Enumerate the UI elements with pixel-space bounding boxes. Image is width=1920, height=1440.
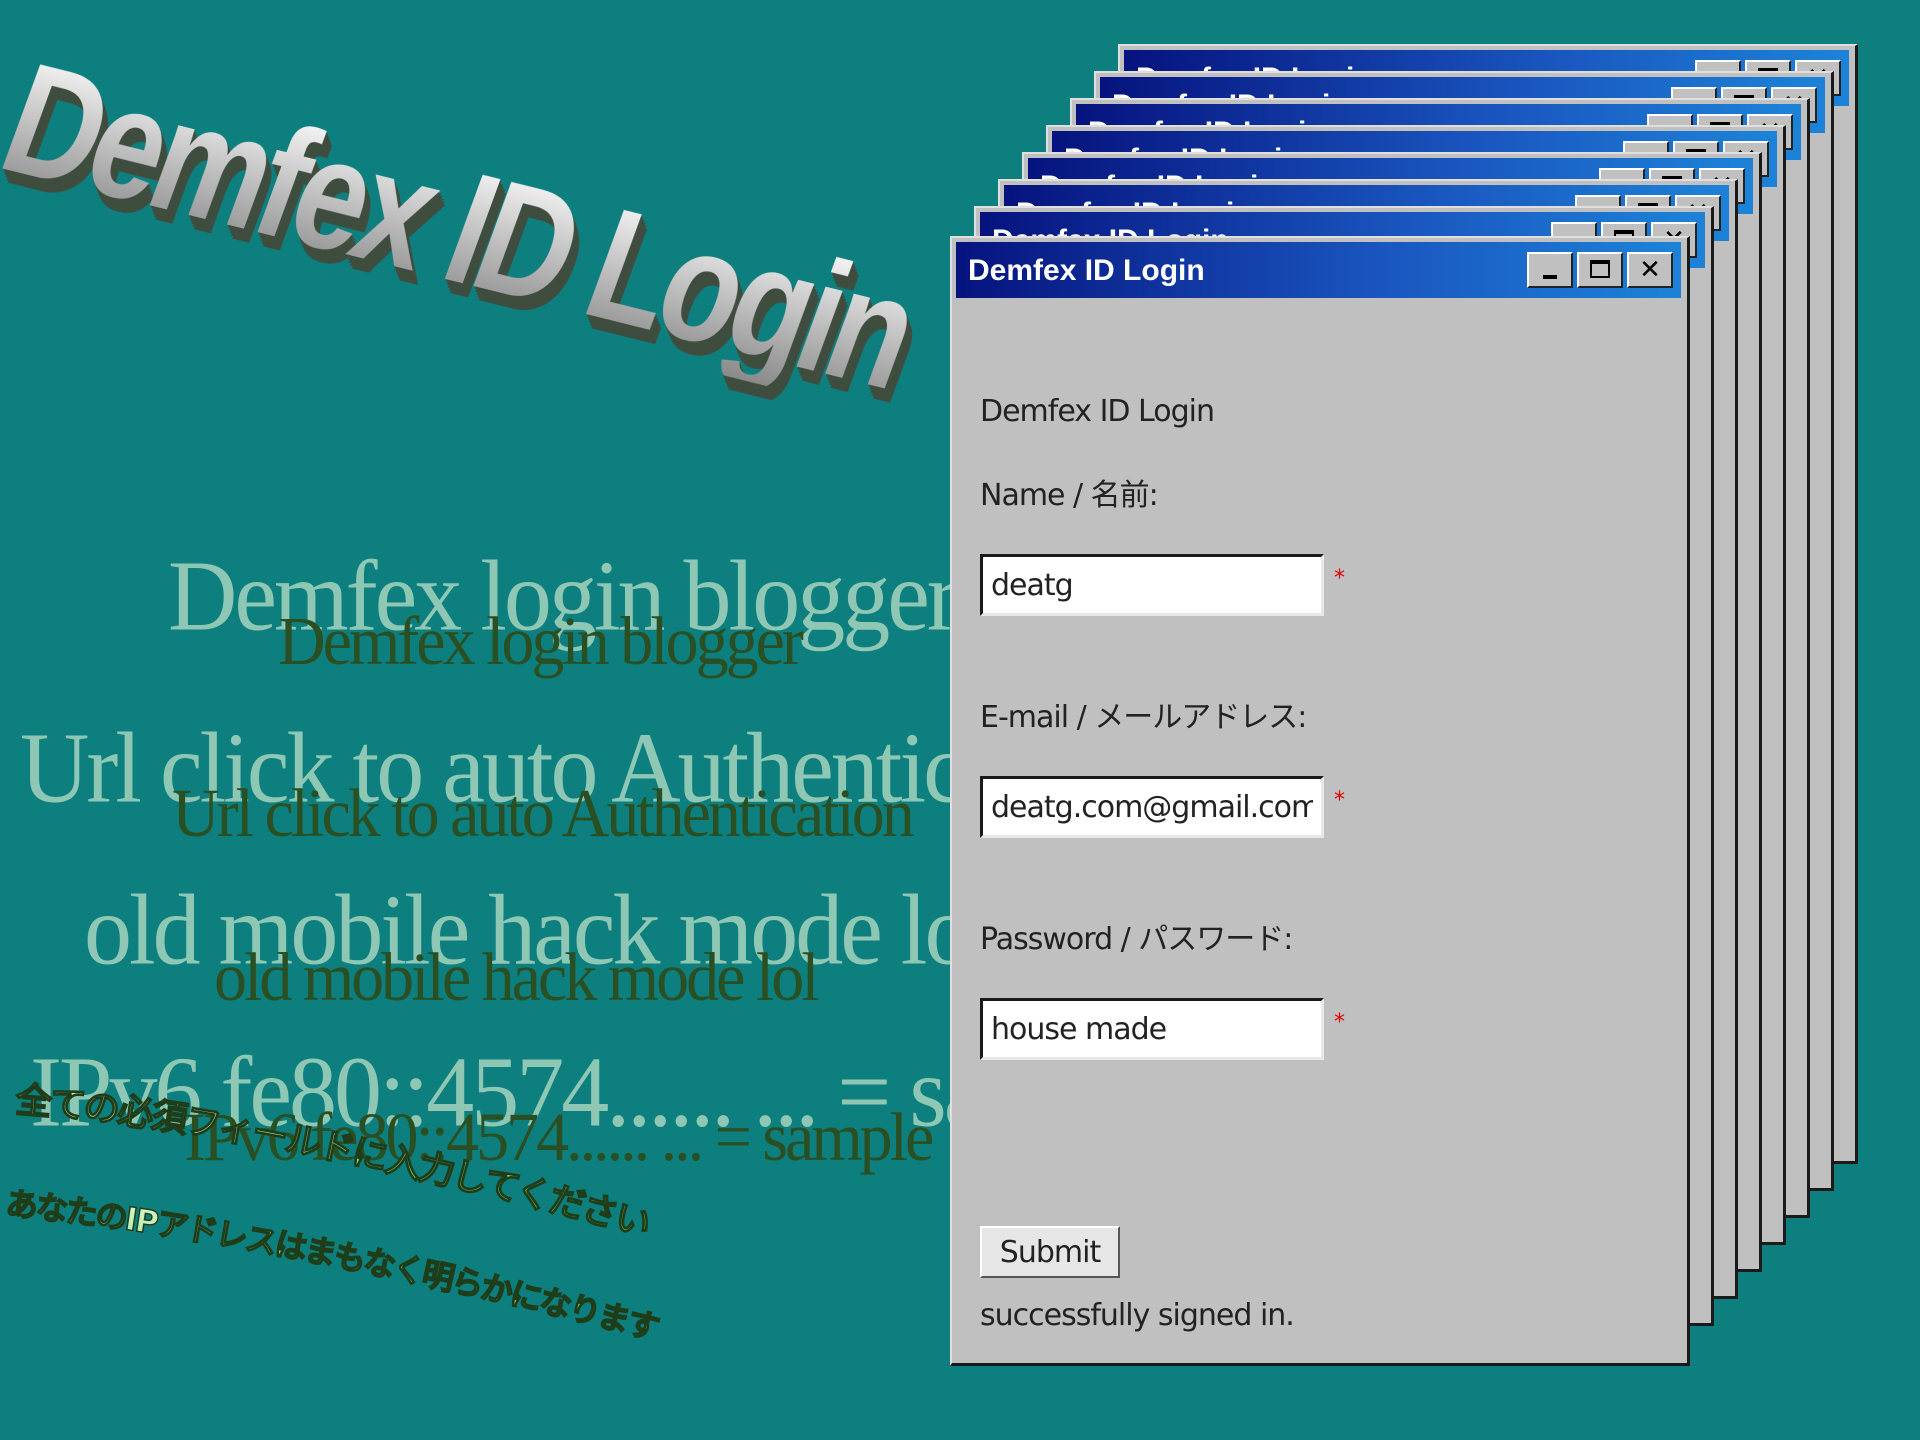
blog-line-1-shadow: Demfex login blogger (278, 603, 804, 680)
status-message: successfully signed in. (980, 1298, 1295, 1333)
email-field[interactable] (980, 776, 1324, 838)
login-window: Demfex ID Login ✕ Demfex ID Login Name /… (950, 236, 1690, 1366)
maximize-icon[interactable] (1577, 252, 1623, 288)
blog-line-2-shadow: Url click to auto Authentication (172, 775, 915, 852)
name-field[interactable] (980, 554, 1324, 616)
notices-curved-text: 全ての必須フィールドに入力してください あなたのIPアドレスはまもなく明らかにな… (3, 1080, 665, 1348)
hero-title: Demfex ID Login (0, 31, 936, 422)
close-icon[interactable]: ✕ (1627, 252, 1673, 288)
blog-line-3-shadow: old mobile hack mode lol (214, 939, 820, 1016)
window-title: Demfex ID Login (968, 254, 1205, 287)
email-required-mark: * (1334, 788, 1345, 813)
name-required-mark: * (1334, 566, 1345, 591)
minimize-icon[interactable] (1527, 252, 1573, 288)
form-heading: Demfex ID Login (980, 394, 1215, 429)
name-label: Name / 名前: (980, 478, 1159, 513)
submit-button[interactable]: Submit (980, 1226, 1120, 1278)
password-field[interactable] (980, 998, 1324, 1060)
email-label: E-mail / メールアドレス: (980, 700, 1307, 735)
password-label: Password / パスワード: (980, 922, 1293, 957)
password-required-mark: * (1334, 1010, 1345, 1035)
titlebar[interactable]: Demfex ID Login ✕ (956, 242, 1681, 298)
